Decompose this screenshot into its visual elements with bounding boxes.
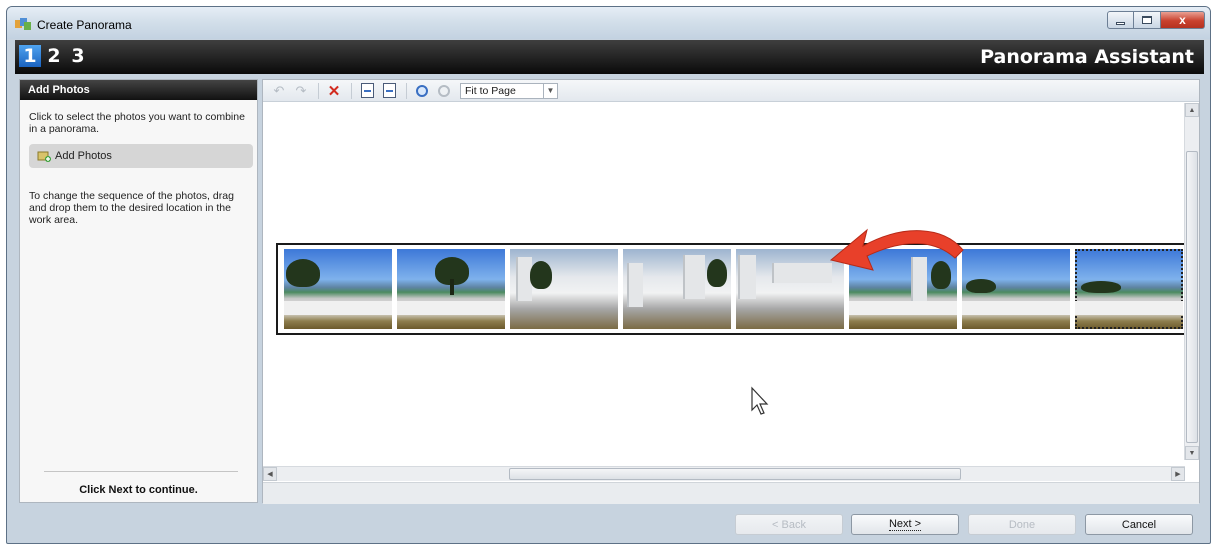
rotate-right-icon: [382, 83, 396, 98]
mouse-cursor-icon: [751, 386, 769, 415]
scroll-down-icon[interactable]: ▼: [1185, 446, 1199, 460]
photo-thumbnail[interactable]: [510, 249, 618, 329]
redo-button[interactable]: ↷: [291, 82, 311, 100]
photo-strip[interactable]: [276, 243, 1193, 335]
next-label: Next >: [888, 518, 922, 531]
step-header: 1 2 3 Panorama Assistant: [15, 40, 1204, 74]
rotate-right-button[interactable]: [379, 82, 399, 100]
photo-content: [738, 255, 756, 299]
step-2[interactable]: 2: [43, 45, 65, 67]
panel-footer: Click Next to continue.: [79, 484, 198, 496]
rotate-left-button[interactable]: [357, 82, 377, 100]
title-bar: Create Panorama x: [7, 7, 1210, 39]
add-photos-button[interactable]: Add Photos: [29, 144, 253, 168]
undo-icon: ↶: [273, 82, 285, 98]
rotate-left-icon: [360, 83, 374, 98]
photo-content: [966, 279, 996, 293]
scroll-up-icon[interactable]: ▲: [1185, 103, 1199, 117]
close-button[interactable]: x: [1161, 11, 1205, 29]
minimize-button[interactable]: [1107, 11, 1134, 29]
step-3[interactable]: 3: [67, 45, 89, 67]
zoom-dropdown[interactable]: Fit to Page ▼: [460, 82, 558, 99]
add-photos-panel: Add Photos Click to select the photos yo…: [19, 79, 258, 503]
redo-icon: ↷: [295, 82, 307, 98]
zoom-out-button[interactable]: [434, 82, 454, 100]
vertical-scrollbar[interactable]: ▲ ▼: [1184, 103, 1199, 460]
photo-content: [284, 301, 392, 315]
delete-button[interactable]: ✕: [324, 82, 344, 100]
zoom-in-button[interactable]: [412, 82, 432, 100]
panel-instruction: Click to select the photos you want to c…: [29, 111, 245, 135]
photo-thumbnail[interactable]: [397, 249, 505, 329]
back-button[interactable]: < Back: [735, 514, 843, 535]
window-title: Create Panorama: [37, 18, 132, 32]
sequence-hint: To change the sequence of the photos, dr…: [29, 190, 234, 226]
panel-heading: Add Photos: [20, 80, 257, 100]
photo-content: [1081, 281, 1121, 293]
photo-content: [627, 263, 643, 307]
work-area-footer: [263, 482, 1199, 504]
work-toolbar: ↶ ↷ ✕ Fit to Page ▼: [263, 80, 1199, 102]
photo-content: [683, 255, 705, 299]
create-panorama-window: Create Panorama x 1 2 3 Panorama Assista…: [6, 6, 1211, 544]
scroll-right-icon[interactable]: ▶: [1171, 467, 1185, 481]
vertical-scroll-thumb[interactable]: [1186, 151, 1198, 443]
cancel-button[interactable]: Cancel: [1085, 514, 1193, 535]
next-button[interactable]: Next >: [851, 514, 959, 535]
delete-icon: ✕: [327, 82, 341, 100]
maximize-button[interactable]: [1134, 11, 1161, 29]
drag-arrow-annotation: [829, 228, 964, 271]
photo-content: [707, 259, 727, 287]
photo-thumbnail[interactable]: [962, 249, 1070, 329]
dropdown-arrow-icon: ▼: [543, 83, 557, 98]
photo-content: [286, 259, 320, 287]
photo-content: [849, 301, 957, 315]
add-photos-icon: [37, 151, 51, 162]
photo-content: [1075, 301, 1183, 315]
photo-content: [962, 301, 1070, 315]
maximize-icon: [1142, 16, 1152, 24]
horizontal-scrollbar[interactable]: ◀ ▶: [263, 466, 1185, 481]
photo-thumbnail[interactable]: [623, 249, 731, 329]
step-indicator: 1 2 3: [19, 45, 89, 67]
zoom-out-icon: [438, 84, 450, 97]
assistant-title: Panorama Assistant: [980, 46, 1194, 68]
undo-button[interactable]: ↶: [269, 82, 289, 100]
photo-content: [530, 261, 552, 289]
photo-thumbnail-selected[interactable]: [1075, 249, 1183, 329]
work-area[interactable]: ↶ ↷ ✕ Fit to Page ▼ ▲ ▼ ◀ ▶: [262, 79, 1200, 504]
zoom-in-icon: [416, 84, 428, 97]
panorama-app-icon: [15, 18, 31, 30]
step-1[interactable]: 1: [19, 45, 41, 67]
done-button[interactable]: Done: [968, 514, 1076, 535]
scroll-left-icon[interactable]: ◀: [263, 467, 277, 481]
wizard-buttons: < Back Next > Done Cancel: [7, 514, 1210, 538]
add-photos-label: Add Photos: [55, 150, 112, 162]
toolbar-separator: [351, 82, 352, 99]
minimize-icon: [1116, 21, 1125, 25]
photo-thumbnail[interactable]: [284, 249, 392, 329]
toolbar-separator: [318, 82, 319, 99]
zoom-value: Fit to Page: [465, 84, 516, 97]
toolbar-separator: [406, 82, 407, 99]
horizontal-scroll-thumb[interactable]: [509, 468, 961, 480]
photo-content: [450, 279, 454, 295]
close-icon: x: [1179, 13, 1186, 27]
photo-content: [397, 301, 505, 315]
caption-buttons: x: [1107, 11, 1205, 29]
panel-divider: [44, 471, 238, 472]
